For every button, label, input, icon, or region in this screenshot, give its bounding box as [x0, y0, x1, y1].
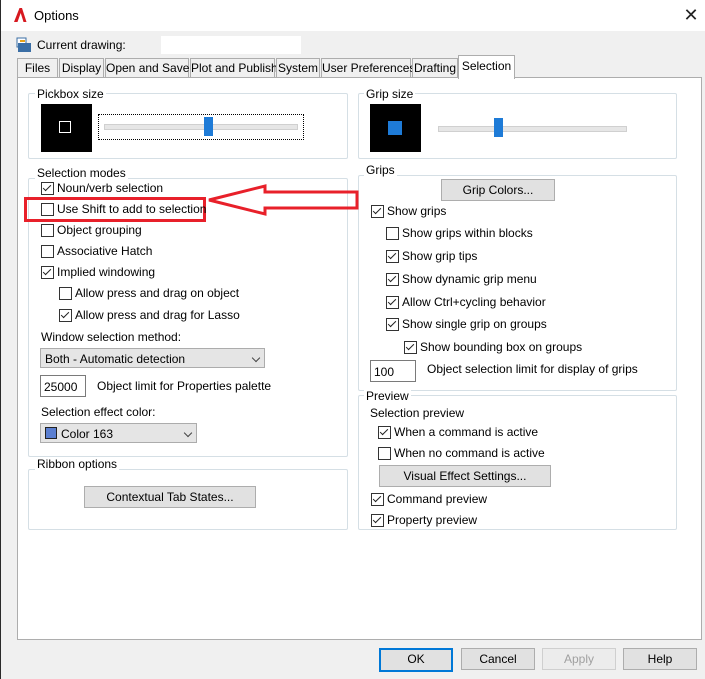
- object-grouping-checkbox[interactable]: [41, 224, 54, 237]
- pickbox-slider-thumb[interactable]: [203, 117, 213, 136]
- selection-effect-color-dropdown[interactable]: Color 163: [40, 423, 197, 443]
- tab-display[interactable]: Display: [59, 58, 104, 78]
- object-grouping-label: Object grouping: [57, 223, 142, 237]
- grip-limit-input[interactable]: 100: [370, 360, 416, 382]
- grips-within-blocks-checkbox[interactable]: [386, 227, 399, 240]
- object-limit-input[interactable]: 25000: [40, 375, 86, 397]
- property-preview-checkbox[interactable]: [371, 514, 384, 527]
- selection-effect-color-value: Color 163: [61, 427, 114, 441]
- grip-colors-button[interactable]: Grip Colors...: [441, 179, 555, 201]
- grip-limit-label: Object selection limit for display of gr…: [427, 362, 638, 376]
- tab-files[interactable]: Files: [17, 58, 58, 78]
- tab-user-preferences[interactable]: User Preferences: [321, 58, 415, 78]
- bounding-box-groups-checkbox[interactable]: [404, 341, 417, 354]
- single-grip-groups-checkbox[interactable]: [386, 318, 399, 331]
- apply-button[interactable]: Apply: [542, 648, 616, 670]
- current-drawing-label: Current drawing:: [37, 38, 126, 52]
- tab-selection[interactable]: Selection: [458, 55, 515, 79]
- chevron-down-icon: [251, 353, 261, 363]
- show-grips-label: Show grips: [387, 204, 447, 218]
- chevron-down-icon: [183, 428, 193, 438]
- visual-effect-settings-button[interactable]: Visual Effect Settings...: [379, 465, 551, 487]
- show-grips-checkbox[interactable]: [371, 205, 384, 218]
- dialog-button-bar: OK Cancel Apply Help: [1, 640, 705, 679]
- contextual-tab-states-button[interactable]: Contextual Tab States...: [84, 486, 256, 508]
- implied-windowing-label: Implied windowing: [57, 265, 156, 279]
- grips-within-blocks-label: Show grips within blocks: [402, 226, 533, 240]
- preview-title: Preview: [364, 389, 411, 403]
- single-grip-groups-label: Show single grip on groups: [402, 317, 547, 331]
- command-active-label: When a command is active: [394, 425, 539, 439]
- tab-drafting[interactable]: Drafting: [412, 58, 458, 78]
- pickbox-preview: [41, 104, 92, 152]
- grip-size-slider-track[interactable]: [438, 126, 627, 132]
- selection-modes-title: Selection modes: [35, 166, 128, 180]
- implied-windowing-checkbox[interactable]: [41, 266, 54, 279]
- current-drawing-name: [161, 36, 301, 54]
- noun-verb-checkbox[interactable]: [41, 182, 54, 195]
- use-shift-label: Use Shift to add to selection: [57, 202, 207, 216]
- close-icon[interactable]: ✕: [680, 4, 702, 26]
- grip-size-slider-thumb[interactable]: [493, 118, 503, 137]
- window-selection-method-value: Both - Automatic detection: [45, 352, 186, 366]
- noun-verb-label: Noun/verb selection: [57, 181, 164, 195]
- press-drag-object-label: Allow press and drag on object: [75, 286, 240, 300]
- object-limit-label: Object limit for Properties palette: [97, 379, 272, 393]
- tab-plot-and-publish[interactable]: Plot and Publish: [190, 58, 278, 78]
- window-title: Options: [34, 8, 79, 23]
- grips-title: Grips: [364, 163, 397, 177]
- pickbox-slider-track[interactable]: [104, 124, 298, 130]
- ok-button[interactable]: OK: [379, 648, 453, 672]
- selection-tab-page: Pickbox size Selection modes Noun/verb s…: [17, 77, 702, 640]
- red-annotation-arrow: [208, 184, 359, 216]
- bounding-box-groups-label: Show bounding box on groups: [420, 340, 583, 354]
- ctrl-cycling-checkbox[interactable]: [386, 296, 399, 309]
- grip-tips-checkbox[interactable]: [386, 250, 399, 263]
- tab-system[interactable]: System: [276, 58, 320, 78]
- pickbox-size-title: Pickbox size: [35, 87, 106, 101]
- selection-effect-color-label: Selection effect color:: [41, 405, 156, 419]
- press-drag-lasso-label: Allow press and drag for Lasso: [75, 308, 240, 322]
- grip-size-title: Grip size: [364, 87, 416, 101]
- tab-open-and-save[interactable]: Open and Save: [105, 58, 189, 78]
- command-active-checkbox[interactable]: [378, 426, 391, 439]
- selection-preview-label: Selection preview: [370, 406, 465, 420]
- no-command-checkbox[interactable]: [378, 447, 391, 460]
- drawing-icon: [16, 37, 31, 52]
- dynamic-grip-menu-label: Show dynamic grip menu: [402, 272, 537, 286]
- no-command-label: When no command is active: [394, 446, 545, 460]
- grip-preview: [370, 104, 421, 152]
- color-swatch: [45, 427, 57, 439]
- options-dialog: Options ✕ Current drawing: Files Display…: [0, 0, 705, 679]
- cancel-button[interactable]: Cancel: [461, 648, 535, 670]
- command-preview-label: Command preview: [387, 492, 488, 506]
- help-button[interactable]: Help: [623, 648, 697, 670]
- window-selection-method-dropdown[interactable]: Both - Automatic detection: [40, 348, 265, 368]
- associative-hatch-checkbox[interactable]: [41, 245, 54, 258]
- ctrl-cycling-label: Allow Ctrl+cycling behavior: [402, 295, 546, 309]
- ribbon-options-title: Ribbon options: [35, 457, 120, 471]
- window-selection-method-label: Window selection method:: [41, 330, 182, 344]
- press-drag-object-checkbox[interactable]: [59, 287, 72, 300]
- dynamic-grip-menu-checkbox[interactable]: [386, 273, 399, 286]
- command-preview-checkbox[interactable]: [371, 493, 384, 506]
- grip-tips-label: Show grip tips: [402, 249, 478, 263]
- press-drag-lasso-checkbox[interactable]: [59, 309, 72, 322]
- property-preview-label: Property preview: [387, 513, 478, 527]
- title-bar: Options ✕: [1, 0, 705, 31]
- use-shift-checkbox[interactable]: [41, 203, 54, 216]
- associative-hatch-label: Associative Hatch: [57, 244, 153, 258]
- autocad-a-icon: [14, 8, 27, 22]
